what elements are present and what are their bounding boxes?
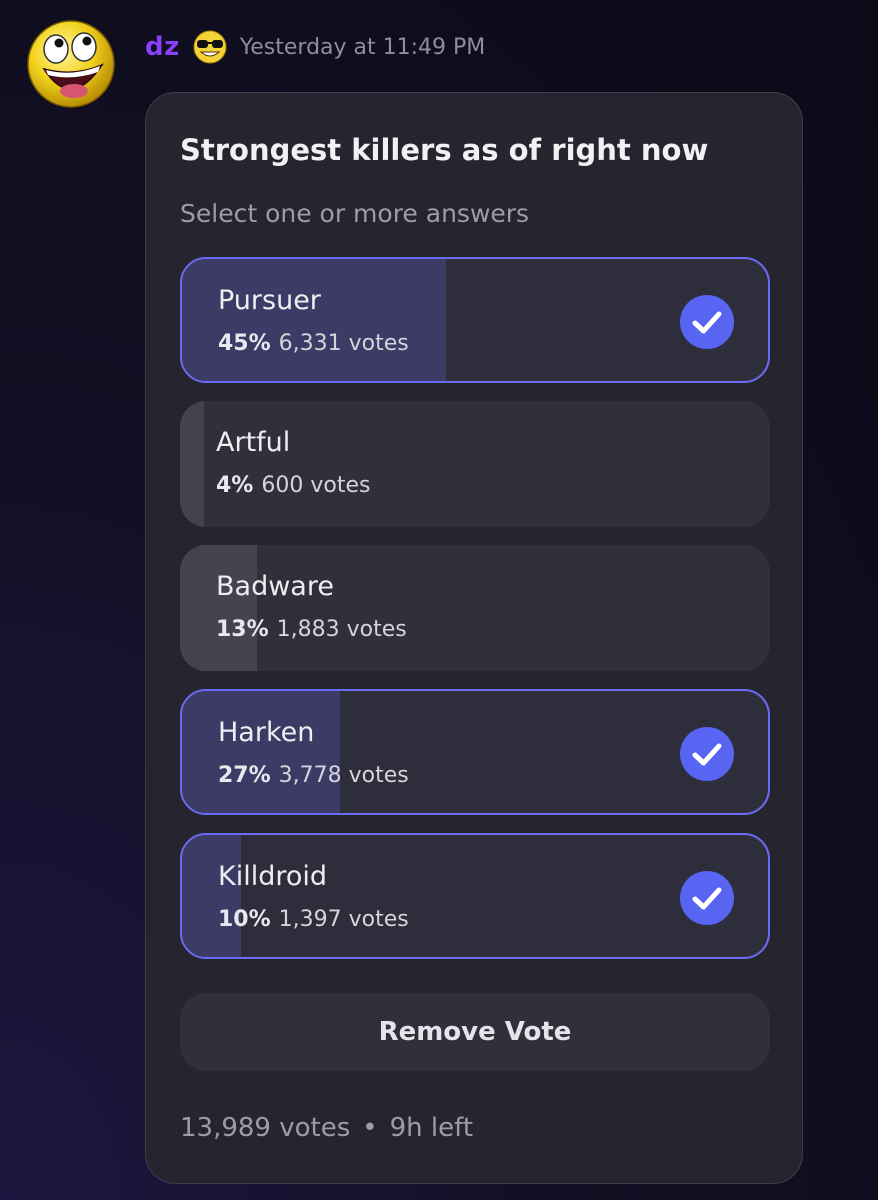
option-votes: 600 votes — [261, 473, 371, 498]
poll-option-artful[interactable]: Artful 4% 600 votes — [180, 401, 770, 527]
checkmark-icon — [680, 871, 734, 925]
time-left: 9h left — [389, 1113, 474, 1143]
poll-option-badware[interactable]: Badware 13% 1,883 votes — [180, 545, 770, 671]
option-progress-fill — [180, 545, 257, 671]
option-stats: 27% 3,778 votes — [218, 763, 409, 788]
poll-question: Strongest killers as of right now — [180, 133, 709, 167]
poll-option-killdroid[interactable]: Killdroid 10% 1,397 votes — [180, 833, 770, 959]
poll-footer: 13,989 votes • 9h left — [180, 1113, 473, 1143]
remove-vote-button[interactable]: Remove Vote — [180, 993, 770, 1071]
option-label: Pursuer — [218, 285, 321, 316]
checkmark-icon — [680, 727, 734, 781]
avatar[interactable] — [26, 19, 116, 109]
option-votes: 3,778 votes — [278, 763, 409, 788]
message-header: dz Yesterday at 11:49 PM — [145, 27, 485, 67]
option-stats: 10% 1,397 votes — [218, 907, 409, 932]
option-progress-fill — [182, 835, 241, 957]
poll-option-pursuer[interactable]: Pursuer 45% 6,331 votes — [180, 257, 770, 383]
option-label: Harken — [218, 717, 315, 748]
option-stats: 45% 6,331 votes — [218, 331, 409, 356]
option-percent: 10% — [218, 907, 271, 932]
option-votes: 6,331 votes — [278, 331, 409, 356]
option-percent: 27% — [218, 763, 271, 788]
total-votes: 13,989 votes — [180, 1113, 351, 1143]
option-percent: 4% — [216, 473, 254, 498]
poll-option-harken[interactable]: Harken 27% 3,778 votes — [180, 689, 770, 815]
sunglasses-face-icon — [193, 30, 227, 64]
separator-dot: • — [362, 1113, 378, 1143]
option-progress-fill — [182, 691, 341, 813]
option-percent: 45% — [218, 331, 271, 356]
checkmark-icon — [680, 295, 734, 349]
option-stats: 13% 1,883 votes — [216, 617, 407, 642]
option-label: Killdroid — [218, 861, 328, 892]
option-label: Badware — [216, 571, 334, 602]
timestamp: Yesterday at 11:49 PM — [239, 34, 486, 60]
option-label: Artful — [216, 427, 291, 458]
option-progress-fill — [180, 401, 204, 527]
poll-subtitle: Select one or more answers — [180, 199, 530, 228]
option-percent: 13% — [216, 617, 269, 642]
option-votes: 1,883 votes — [276, 617, 407, 642]
option-stats: 4% 600 votes — [216, 473, 370, 498]
option-votes: 1,397 votes — [278, 907, 409, 932]
option-progress-fill — [182, 259, 446, 381]
poll-card: Strongest killers as of right now Select… — [145, 92, 803, 1184]
username[interactable]: dz — [145, 32, 180, 62]
